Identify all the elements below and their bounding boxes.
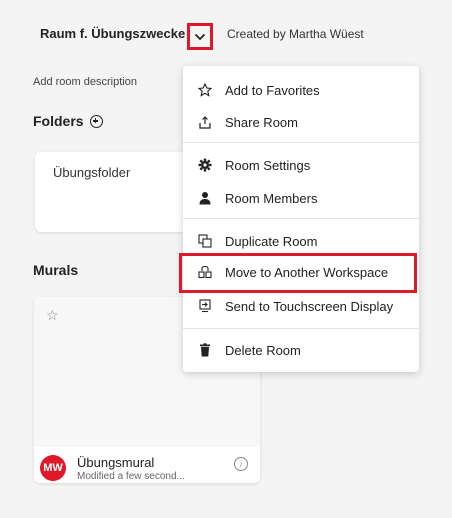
folder-name: Übungsfolder	[53, 165, 131, 180]
menu-item-label: Add to Favorites	[225, 82, 320, 98]
menu-item-label: Room Settings	[225, 157, 311, 173]
menu-item-room-settings[interactable]: Room Settings	[183, 150, 419, 180]
share-icon	[197, 114, 213, 130]
mural-modified-time: Modified a few second...	[77, 471, 185, 482]
mural-name[interactable]: Übungsmural	[77, 455, 154, 470]
info-icon[interactable]: i	[234, 457, 248, 471]
mural-footer: MW Übungsmural Modified a few second... …	[34, 447, 260, 483]
menu-divider	[183, 218, 419, 219]
room-context-menu: Add to Favorites Share Room Room Setting…	[183, 66, 419, 372]
add-folder-icon[interactable]	[89, 114, 103, 128]
murals-heading: Murals	[33, 262, 79, 278]
menu-item-label: Delete Room	[225, 342, 301, 358]
menu-item-send-to-touchscreen-display[interactable]: Send to Touchscreen Display	[183, 291, 419, 321]
created-by-text: Created by Martha Wüest	[227, 27, 364, 41]
menu-item-label: Room Members	[225, 190, 318, 206]
folders-heading: Folders	[33, 113, 103, 129]
room-title[interactable]: Raum f. Übungszwecke	[40, 26, 185, 41]
star-icon	[197, 82, 213, 98]
avatar: MW	[40, 455, 66, 481]
menu-item-add-to-favorites[interactable]: Add to Favorites	[183, 75, 419, 105]
menu-item-share-room[interactable]: Share Room	[183, 107, 419, 137]
menu-divider	[183, 142, 419, 143]
gear-icon	[197, 157, 213, 173]
touchscreen-icon	[197, 298, 213, 314]
menu-item-duplicate-room[interactable]: Duplicate Room	[183, 226, 419, 256]
room-header: Raum f. Übungszwecke Created by Martha W…	[0, 0, 452, 68]
duplicate-icon	[197, 233, 213, 249]
menu-item-delete-room[interactable]: Delete Room	[183, 335, 419, 365]
menu-item-room-members[interactable]: Room Members	[183, 183, 419, 213]
folders-heading-label: Folders	[33, 113, 84, 129]
menu-divider	[183, 328, 419, 329]
favorite-star-icon[interactable]: ☆	[46, 307, 59, 324]
chevron-down-icon	[194, 33, 206, 40]
menu-item-label: Duplicate Room	[225, 233, 318, 249]
trash-icon	[197, 342, 213, 358]
add-room-description[interactable]: Add room description	[33, 76, 137, 88]
highlight-annotation	[179, 253, 417, 293]
room-menu-toggle-button[interactable]	[187, 23, 213, 50]
person-icon	[197, 190, 213, 206]
menu-item-label: Send to Touchscreen Display	[225, 298, 394, 314]
menu-item-label: Share Room	[225, 114, 298, 130]
